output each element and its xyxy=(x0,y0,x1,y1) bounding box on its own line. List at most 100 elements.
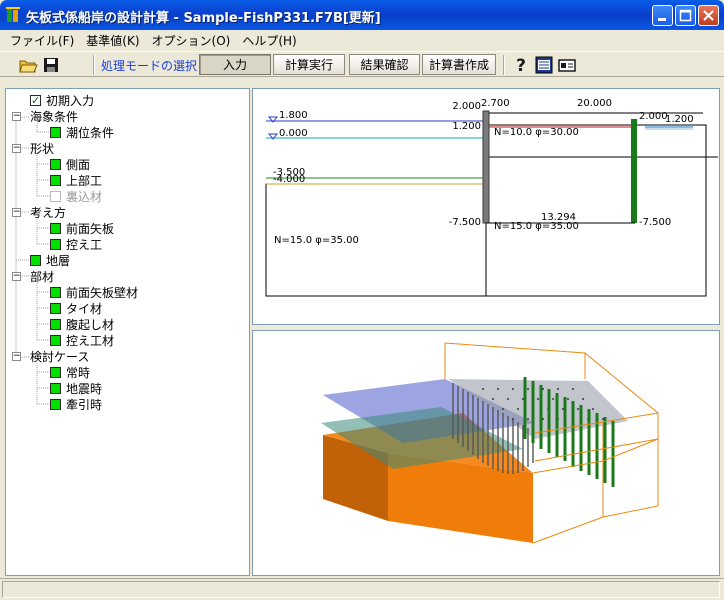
create-report-button[interactable]: 計算書作成 xyxy=(422,54,496,75)
collapse-icon[interactable]: − xyxy=(12,208,21,217)
status-box-icon xyxy=(30,254,41,266)
level-anchor-top: 2.000 xyxy=(639,111,668,122)
tree-item-label: 地層 xyxy=(46,253,71,268)
menu-standards[interactable]: 基準値(K) xyxy=(80,32,145,49)
3d-model-view xyxy=(321,342,659,544)
tree-item-label: タイ材 xyxy=(66,301,103,316)
maximize-button[interactable] xyxy=(675,5,696,26)
status-box-icon xyxy=(50,382,61,394)
status-box-icon xyxy=(50,286,61,298)
status-panel xyxy=(2,581,720,598)
tree-item-superstructure[interactable]: 上部工 xyxy=(50,172,102,188)
tree-item-members[interactable]: 部材 xyxy=(30,268,54,284)
minimize-icon xyxy=(658,18,666,21)
tree-item-front-sheet-pile[interactable]: 前面矢板 xyxy=(50,220,114,236)
maximize-icon xyxy=(679,9,692,22)
tree-item-marine-conditions[interactable]: 海象条件 xyxy=(30,108,78,124)
tree-item-approach[interactable]: 考え方 xyxy=(30,204,66,220)
soil-label-upper-right: N=10.0 φ=30.00 xyxy=(494,127,579,138)
soil-label-lower-right: N=15.0 φ=35.00 xyxy=(494,221,579,232)
tree-item-label: 前面矢板 xyxy=(66,221,115,236)
tree-item-label: 腹起し材 xyxy=(66,317,115,332)
help-icon[interactable]: ? xyxy=(511,55,531,75)
tree-item-anchor-material[interactable]: 控え工材 xyxy=(50,332,114,348)
status-box-icon xyxy=(50,398,61,410)
status-box-icon xyxy=(50,222,61,234)
status-box-icon xyxy=(50,238,61,250)
tree-item-label: 裏込材 xyxy=(66,189,103,204)
menu-help[interactable]: ヘルプ(H) xyxy=(236,32,302,49)
toolbar-separator xyxy=(93,55,95,75)
status-box-icon xyxy=(50,126,61,138)
tree-item-seismic[interactable]: 地震時 xyxy=(50,380,102,396)
tree-item-tide-conditions[interactable]: 潮位条件 xyxy=(50,124,114,140)
collapse-icon[interactable]: − xyxy=(12,144,21,153)
tree-item-tie-material[interactable]: タイ材 xyxy=(50,300,102,316)
anchor-pile xyxy=(631,119,637,223)
level-anchor-tip: -7.500 xyxy=(639,217,671,228)
tree-item-label: 部材 xyxy=(30,269,55,284)
tree-item-label: 海象条件 xyxy=(30,109,79,124)
run-calc-button[interactable]: 計算実行 xyxy=(273,54,345,75)
level-anchor-tie: 1.200 xyxy=(665,114,694,125)
section-drawing: 1.800 0.000 -3.500 -4.000 2.000 1.200 -7… xyxy=(265,98,718,297)
tree-item-strata[interactable]: 地層 xyxy=(30,252,70,268)
level-seabed-2: -4.000 xyxy=(273,174,305,185)
about-icon[interactable] xyxy=(557,55,577,75)
input-mode-button[interactable]: 入力 xyxy=(199,54,271,75)
dim-crown: 2.700 xyxy=(481,98,510,109)
svg-text:?: ? xyxy=(516,56,526,75)
collapse-icon[interactable]: − xyxy=(12,352,21,361)
close-button[interactable] xyxy=(698,5,719,26)
level-hwl: 1.800 xyxy=(279,110,308,121)
status-box-empty-icon xyxy=(50,190,61,202)
tree-item-label: 上部工 xyxy=(66,173,103,188)
tree-item-label: 常時 xyxy=(66,365,91,380)
tree-item-anchor-work[interactable]: 控え工 xyxy=(50,236,102,252)
checkbox-checked-icon: ✓ xyxy=(30,93,41,107)
tree-item-normal[interactable]: 常時 xyxy=(50,364,90,380)
save-icon[interactable] xyxy=(41,55,61,75)
tree-item-label: 初期入力 xyxy=(46,93,95,108)
menu-options[interactable]: オプション(O) xyxy=(146,32,237,49)
collapse-icon[interactable]: − xyxy=(12,112,21,121)
front-sheet-pile xyxy=(482,110,490,224)
tree-item-initial-input[interactable]: ✓ 初期入力 xyxy=(30,92,94,108)
tree-item-wale-material[interactable]: 腹起し材 xyxy=(50,316,114,332)
collapse-icon[interactable]: − xyxy=(12,272,21,281)
tree-item-towing[interactable]: 牽引時 xyxy=(50,396,102,412)
status-box-icon xyxy=(50,334,61,346)
tree-item-shape[interactable]: 形状 xyxy=(30,140,54,156)
tree-item-check-cases[interactable]: 検討ケース xyxy=(30,348,89,364)
menu-bar: ファイル(F) 基準値(K) オプション(O) ヘルプ(H) xyxy=(0,30,724,50)
manual-book-icon[interactable] xyxy=(534,55,554,75)
tree-item-label: 控え工材 xyxy=(66,333,115,348)
window-title: 矢板式係船岸の設計計算 - Sample-FishP331.F7B[更新] xyxy=(26,11,381,26)
tree-item-label: 牽引時 xyxy=(66,397,103,412)
title-bar: 矢板式係船岸の設計計算 - Sample-FishP331.F7B[更新] xyxy=(0,0,724,30)
minimize-button[interactable] xyxy=(652,5,673,26)
status-box-icon xyxy=(50,158,61,170)
tree-item-label: 検討ケース xyxy=(30,349,90,364)
3d-view-pane[interactable] xyxy=(252,330,720,576)
water-level-icon xyxy=(267,116,279,140)
soil-right-box xyxy=(485,124,707,297)
soil-label-lower-left: N=15.0 φ=35.00 xyxy=(274,235,359,246)
toolbar: 処理モードの選択 入力 計算実行 結果確認 計算書作成 ? xyxy=(0,51,724,77)
tree-item-label: 地震時 xyxy=(66,381,103,396)
app-icon[interactable] xyxy=(5,7,21,23)
tree-item-side[interactable]: 側面 xyxy=(50,156,90,172)
tree-item-label: 考え方 xyxy=(30,205,67,220)
close-icon xyxy=(703,10,714,21)
tree-item-label: 形状 xyxy=(30,141,55,156)
level-wall-top: 2.000 xyxy=(452,101,481,112)
menu-file[interactable]: ファイル(F) xyxy=(4,32,80,49)
open-folder-icon[interactable] xyxy=(18,55,38,75)
section-drawing-pane: 1.800 0.000 -3.500 -4.000 2.000 1.200 -7… xyxy=(252,88,720,325)
status-bar xyxy=(0,578,724,600)
tree-item-front-wall-material[interactable]: 前面矢板壁材 xyxy=(50,284,138,300)
status-box-icon xyxy=(50,302,61,314)
tree-item-label: 潮位条件 xyxy=(66,125,115,140)
toolbar-separator xyxy=(503,55,505,75)
check-results-button[interactable]: 結果確認 xyxy=(349,54,420,75)
